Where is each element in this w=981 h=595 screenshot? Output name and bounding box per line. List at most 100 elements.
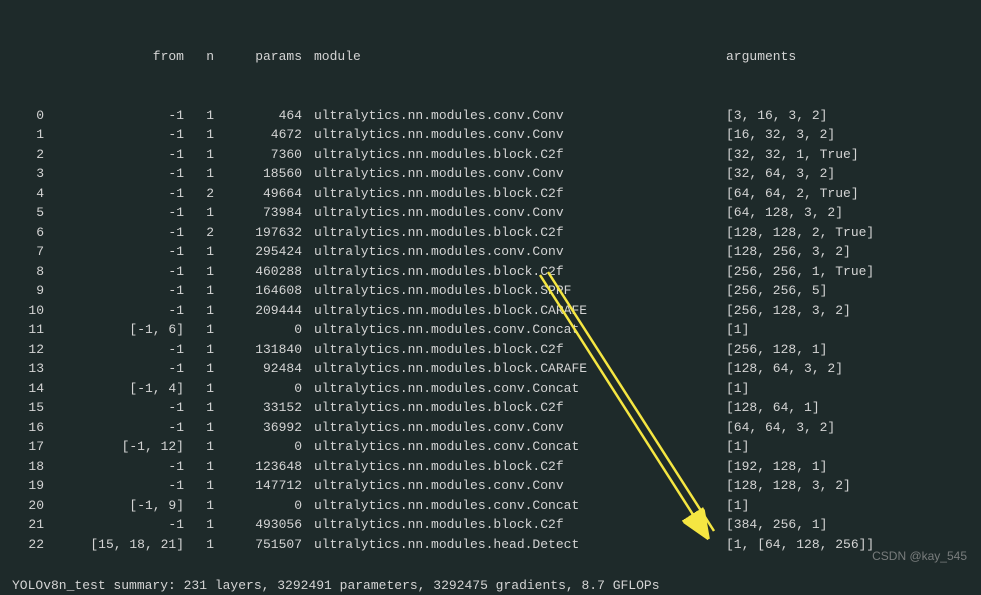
cell-n: 1 [184,145,214,165]
cell-from: -1 [44,184,184,204]
cell-idx: 0 [12,106,44,126]
cell-args: [32, 64, 3, 2] [714,164,966,184]
cell-idx: 12 [12,340,44,360]
cell-module: ultralytics.nn.modules.conv.Conv [302,476,714,496]
cell-idx: 19 [12,476,44,496]
cell-n: 1 [184,535,214,555]
cell-args: [256, 256, 1, True] [714,262,966,282]
cell-from: -1 [44,164,184,184]
cell-params: 131840 [214,340,302,360]
cell-params: 147712 [214,476,302,496]
cell-from: -1 [44,106,184,126]
cell-n: 2 [184,223,214,243]
cell-module: ultralytics.nn.modules.head.Detect [302,535,714,555]
header-idx [12,47,44,67]
cell-idx: 22 [12,535,44,555]
cell-params: 73984 [214,203,302,223]
cell-args: [1] [714,437,966,457]
table-row: 0-11464ultralytics.nn.modules.conv.Conv[… [12,106,969,126]
cell-idx: 8 [12,262,44,282]
cell-args: [1] [714,379,966,399]
cell-params: 4672 [214,125,302,145]
cell-module: ultralytics.nn.modules.block.C2f [302,398,714,418]
cell-idx: 3 [12,164,44,184]
cell-n: 1 [184,262,214,282]
cell-params: 464 [214,106,302,126]
cell-idx: 9 [12,281,44,301]
cell-from: -1 [44,457,184,477]
cell-idx: 20 [12,496,44,516]
watermark-text: CSDN @kay_545 [872,547,967,565]
cell-args: [3, 16, 3, 2] [714,106,966,126]
cell-n: 1 [184,437,214,457]
table-row: 5-1173984ultralytics.nn.modules.conv.Con… [12,203,969,223]
cell-n: 1 [184,242,214,262]
cell-args: [128, 64, 1] [714,398,966,418]
cell-module: ultralytics.nn.modules.conv.Conv [302,125,714,145]
cell-params: 209444 [214,301,302,321]
cell-from: -1 [44,145,184,165]
cell-params: 197632 [214,223,302,243]
cell-n: 1 [184,340,214,360]
cell-args: [384, 256, 1] [714,515,966,535]
cell-module: ultralytics.nn.modules.block.C2f [302,340,714,360]
cell-params: 0 [214,379,302,399]
cell-idx: 6 [12,223,44,243]
cell-n: 1 [184,320,214,340]
table-row: 13-1192484ultralytics.nn.modules.block.C… [12,359,969,379]
cell-params: 33152 [214,398,302,418]
cell-module: ultralytics.nn.modules.conv.Conv [302,164,714,184]
cell-n: 1 [184,398,214,418]
cell-module: ultralytics.nn.modules.conv.Conv [302,242,714,262]
cell-module: ultralytics.nn.modules.block.C2f [302,145,714,165]
table-row: 4-1249664ultralytics.nn.modules.block.C2… [12,184,969,204]
cell-args: [1] [714,496,966,516]
cell-idx: 16 [12,418,44,438]
cell-from: -1 [44,418,184,438]
cell-idx: 5 [12,203,44,223]
table-row: 3-1118560ultralytics.nn.modules.conv.Con… [12,164,969,184]
cell-idx: 4 [12,184,44,204]
cell-module: ultralytics.nn.modules.block.C2f [302,457,714,477]
cell-args: [64, 64, 2, True] [714,184,966,204]
cell-params: 751507 [214,535,302,555]
table-row: 8-11460288ultralytics.nn.modules.block.C… [12,262,969,282]
table-row: 18-11123648ultralytics.nn.modules.block.… [12,457,969,477]
table-row: 1-114672ultralytics.nn.modules.conv.Conv… [12,125,969,145]
table-row: 11[-1, 6]10ultralytics.nn.modules.conv.C… [12,320,969,340]
cell-args: [64, 64, 3, 2] [714,418,966,438]
table-row: 14[-1, 4]10ultralytics.nn.modules.conv.C… [12,379,969,399]
cell-module: ultralytics.nn.modules.conv.Concat [302,320,714,340]
cell-module: ultralytics.nn.modules.conv.Concat [302,496,714,516]
header-module: module [302,47,714,67]
cell-params: 0 [214,496,302,516]
cell-n: 1 [184,203,214,223]
cell-params: 493056 [214,515,302,535]
cell-n: 2 [184,184,214,204]
cell-args: [64, 128, 3, 2] [714,203,966,223]
cell-from: -1 [44,515,184,535]
cell-n: 1 [184,301,214,321]
cell-from: -1 [44,359,184,379]
cell-idx: 1 [12,125,44,145]
cell-n: 1 [184,418,214,438]
cell-params: 123648 [214,457,302,477]
cell-params: 49664 [214,184,302,204]
table-row: 10-11209444ultralytics.nn.modules.block.… [12,301,969,321]
cell-params: 18560 [214,164,302,184]
cell-n: 1 [184,379,214,399]
cell-args: [1] [714,320,966,340]
cell-from: -1 [44,281,184,301]
cell-args: [128, 128, 3, 2] [714,476,966,496]
cell-params: 164608 [214,281,302,301]
cell-params: 92484 [214,359,302,379]
cell-idx: 2 [12,145,44,165]
cell-idx: 21 [12,515,44,535]
cell-idx: 10 [12,301,44,321]
cell-params: 0 [214,320,302,340]
cell-args: [32, 32, 1, True] [714,145,966,165]
cell-module: ultralytics.nn.modules.block.C2f [302,223,714,243]
cell-params: 295424 [214,242,302,262]
cell-idx: 11 [12,320,44,340]
cell-from: -1 [44,203,184,223]
